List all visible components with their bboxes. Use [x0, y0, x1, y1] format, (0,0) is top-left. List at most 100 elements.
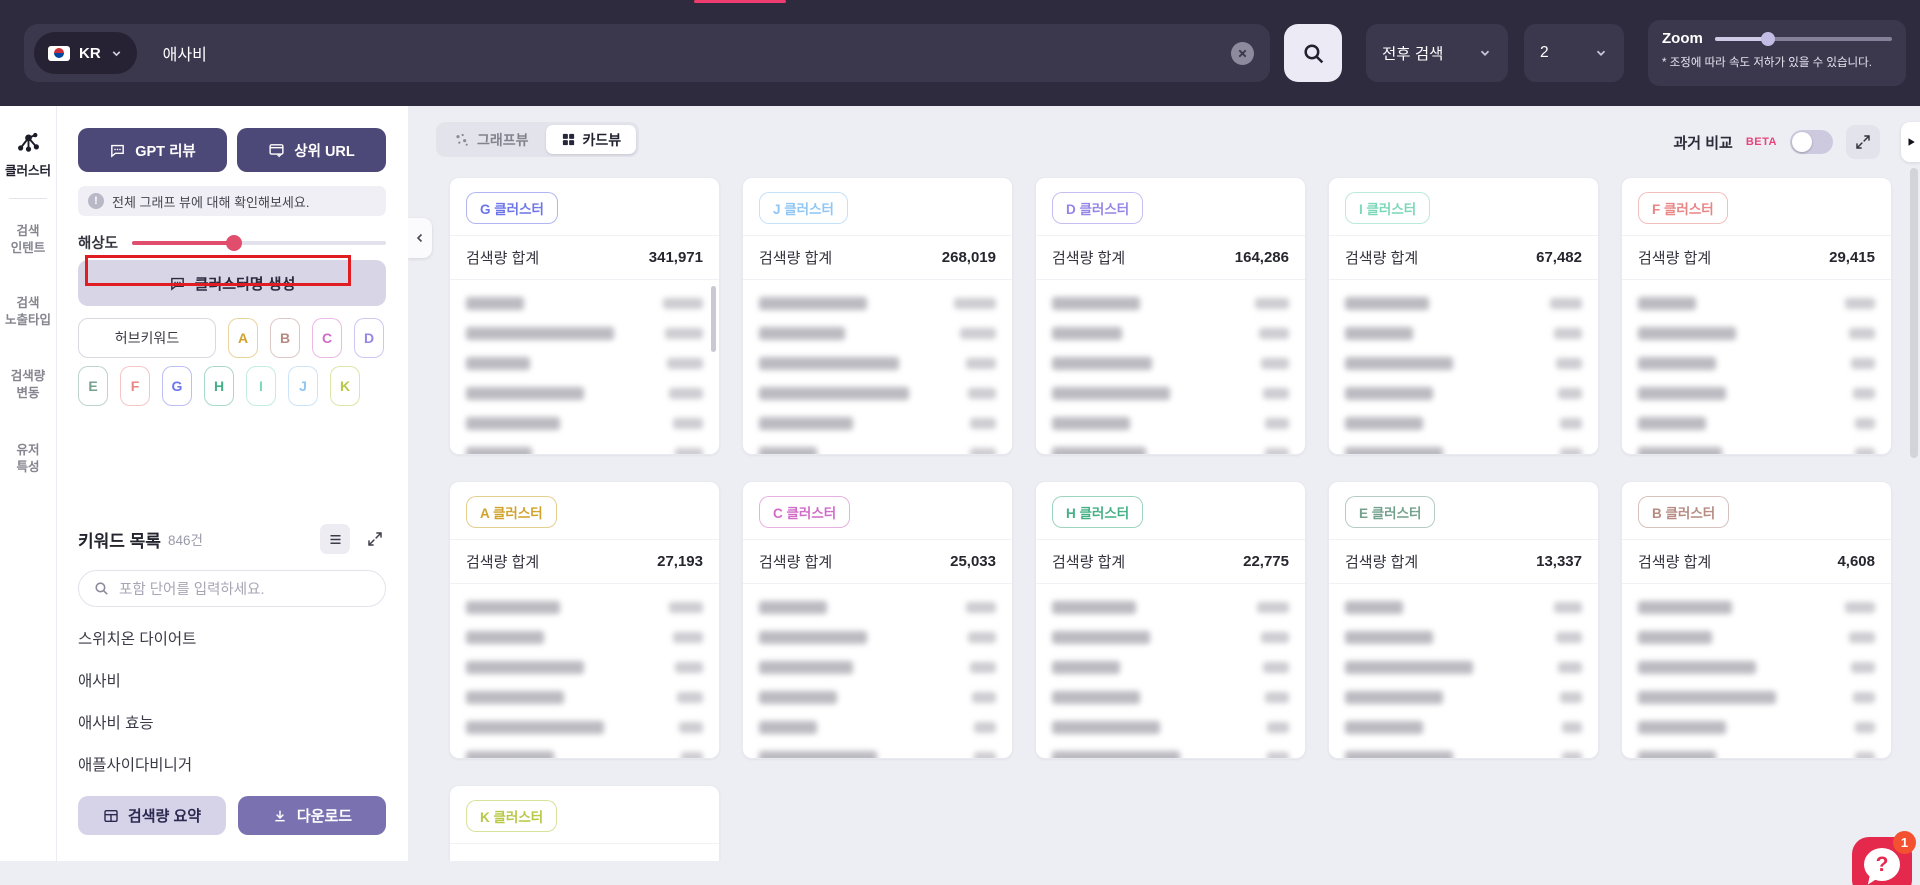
main-content: 그래프뷰 카드뷰 과거 비교 BETA G 클러스터: [408, 106, 1920, 861]
cluster-letter-chip-e[interactable]: E: [78, 366, 108, 406]
card-scrollbar-thumb[interactable]: [711, 286, 716, 352]
volume-summary-button[interactable]: 검색량 요약: [78, 796, 226, 835]
cluster-badge[interactable]: C 클러스터: [759, 496, 850, 528]
keyword-search-input[interactable]: 포함 단어를 입력하세요.: [78, 570, 386, 607]
tab-card-view[interactable]: 카드뷰: [546, 125, 637, 154]
keyword-list-item[interactable]: 애플사이다비니거: [78, 753, 386, 775]
blurred-keyword-row: [1052, 592, 1289, 622]
cluster-letter-chip-b[interactable]: B: [270, 318, 300, 358]
cluster-badge[interactable]: D 클러스터: [1052, 192, 1143, 224]
blurred-keyword-value: [1267, 752, 1289, 759]
cluster-cards-grid: G 클러스터 검색량 합계 341,971 J 클러스터 검색량 합계 268,…: [449, 177, 1892, 861]
cluster-badge[interactable]: G 클러스터: [466, 192, 558, 224]
blurred-keyword-text: [1638, 297, 1696, 310]
fullscreen-button[interactable]: [1846, 125, 1880, 159]
country-selector[interactable]: KR: [34, 32, 137, 74]
blurred-keyword-text: [759, 721, 817, 734]
blurred-keyword-row: [1345, 288, 1582, 318]
cluster-badge[interactable]: J 클러스터: [759, 192, 848, 224]
depth-dropdown[interactable]: 2: [1524, 24, 1624, 82]
nav-item-serp-type[interactable]: 검색 노출타입: [0, 295, 56, 329]
blurred-keyword-row: [1052, 288, 1289, 318]
blurred-keyword-text: [1638, 417, 1706, 430]
blurred-keyword-text: [466, 297, 524, 310]
total-label: 검색량 합계: [1345, 551, 1418, 572]
cluster-badge[interactable]: E 클러스터: [1345, 496, 1435, 528]
collapse-panel-button[interactable]: [408, 218, 432, 258]
hub-keyword-button[interactable]: 허브키워드: [78, 318, 216, 358]
view-tabs: 그래프뷰 카드뷰: [436, 122, 639, 157]
generate-cluster-name-button[interactable]: 클러스터명 생성: [78, 260, 386, 306]
blurred-keyword-text: [1052, 447, 1146, 455]
blurred-keyword-text: [1345, 447, 1443, 455]
search-icon: [1301, 41, 1326, 66]
cluster-letter-chip-i[interactable]: I: [246, 366, 276, 406]
blurred-keyword-row: [1052, 318, 1289, 348]
top-url-button[interactable]: 상위 URL: [237, 128, 386, 172]
nav-rail: 클러스터 검색 인텐트 검색 노출타입 검색량 변동 유저 특성: [0, 106, 57, 861]
zoom-slider[interactable]: [1715, 37, 1892, 41]
resolution-slider[interactable]: [132, 241, 386, 245]
resolution-slider-thumb[interactable]: [226, 235, 242, 251]
cluster-total-row: 검색량 합계 341,971: [450, 236, 719, 280]
cluster-keyword-list: [743, 584, 1012, 758]
info-icon: !: [88, 193, 104, 209]
blurred-keyword-text: [466, 691, 564, 704]
keyword-list-item[interactable]: 애사비: [78, 669, 386, 691]
nav-item-user-traits[interactable]: 유저 특성: [0, 442, 56, 476]
blurred-keyword-value: [1556, 358, 1582, 369]
clear-search-button[interactable]: [1231, 42, 1254, 65]
download-button[interactable]: 다운로드: [238, 796, 386, 835]
cluster-letter-chip-a[interactable]: A: [228, 318, 258, 358]
gpt-review-button[interactable]: GPT 리뷰: [78, 128, 227, 172]
blurred-keyword-row: [1345, 438, 1582, 454]
cluster-badge[interactable]: F 클러스터: [1638, 192, 1728, 224]
nav-item-cluster[interactable]: 클러스터: [0, 130, 56, 180]
cluster-letter: E: [88, 378, 97, 394]
blurred-keyword-value: [675, 662, 703, 673]
cluster-letter-chip-h[interactable]: H: [204, 366, 234, 406]
expand-keyword-list-button[interactable]: [364, 528, 386, 550]
blurred-keyword-text: [1052, 357, 1152, 370]
search-query-text[interactable]: 애사비: [163, 41, 207, 65]
cluster-letter-chip-g[interactable]: G: [162, 366, 192, 406]
cluster-letter-chip-k[interactable]: K: [330, 366, 360, 406]
cluster-badge[interactable]: K 클러스터: [466, 800, 557, 832]
blurred-keyword-value: [1560, 692, 1582, 703]
zoom-slider-thumb[interactable]: [1761, 32, 1775, 46]
blurred-keyword-row: [1052, 682, 1289, 712]
keyword-list-item[interactable]: 스위치온 다이어트: [78, 627, 386, 649]
cluster-badge[interactable]: A 클러스터: [466, 496, 557, 528]
main-scrollbar-thumb[interactable]: [1910, 168, 1918, 458]
cluster-letter-chip-c[interactable]: C: [312, 318, 342, 358]
blurred-keyword-text: [1638, 661, 1756, 674]
blurred-keyword-row: [466, 408, 703, 438]
tab-graph-view[interactable]: 그래프뷰: [439, 125, 544, 154]
search-button[interactable]: [1284, 24, 1342, 82]
cluster-badge[interactable]: B 클러스터: [1638, 496, 1729, 528]
search-bar[interactable]: KR 애사비: [24, 24, 1270, 82]
expand-right-panel-button[interactable]: [1901, 122, 1920, 162]
cluster-letter: J: [299, 378, 307, 394]
blurred-keyword-value: [1558, 388, 1582, 399]
nav-item-search-intent[interactable]: 검색 인텐트: [0, 223, 56, 257]
past-compare-toggle[interactable]: [1790, 130, 1833, 154]
list-view-button[interactable]: [320, 524, 350, 554]
nav-item-volume-change[interactable]: 검색량 변동: [0, 368, 56, 402]
cluster-letter-chip-f[interactable]: F: [120, 366, 150, 406]
cluster-letter-chip-j[interactable]: J: [288, 366, 318, 406]
cluster-keyword-list: [1622, 280, 1891, 454]
toggle-knob: [1792, 132, 1812, 152]
search-type-dropdown[interactable]: 전후 검색: [1366, 24, 1508, 82]
cluster-badge[interactable]: I 클러스터: [1345, 192, 1430, 224]
blurred-keyword-row: [1345, 652, 1582, 682]
blurred-keyword-value: [673, 632, 703, 643]
blurred-keyword-row: [466, 318, 703, 348]
help-chat-button[interactable]: ? 1: [1852, 837, 1912, 885]
expand-icon: [1855, 134, 1871, 150]
cluster-badge[interactable]: H 클러스터: [1052, 496, 1143, 528]
keyword-list-item[interactable]: 애사비 효능: [78, 711, 386, 733]
cluster-total-row: 검색량 합계 27,193: [450, 540, 719, 584]
blurred-keyword-text: [1052, 751, 1180, 759]
cluster-letter-chip-d[interactable]: D: [354, 318, 384, 358]
